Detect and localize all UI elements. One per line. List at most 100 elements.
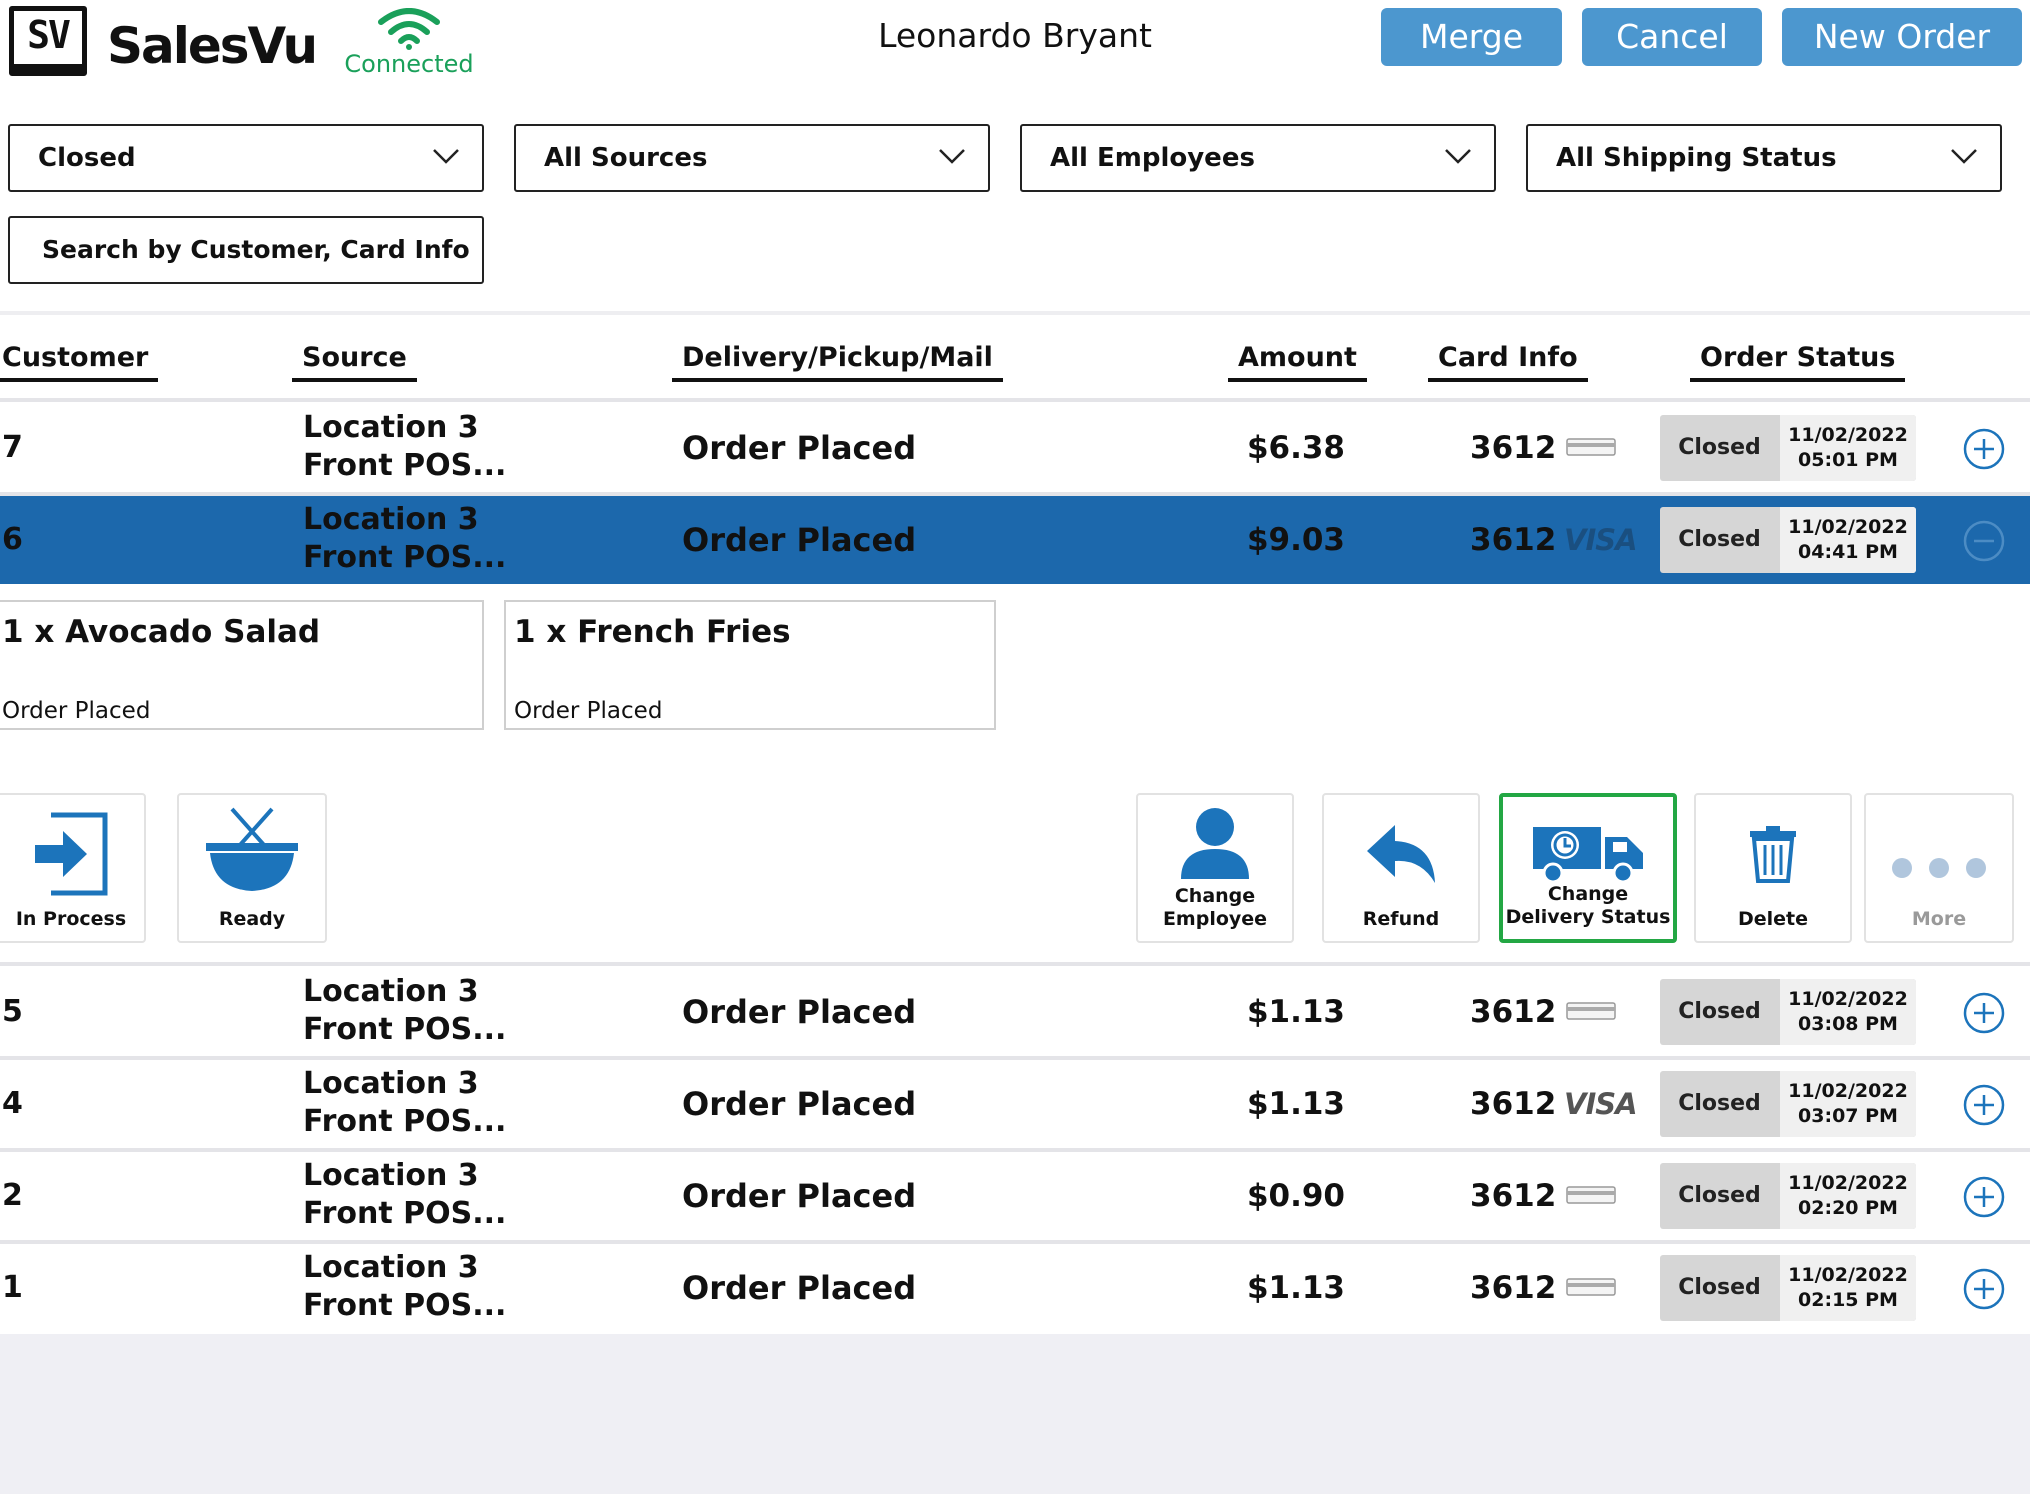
connection-status: Connected [344,50,474,78]
card-icon [1566,1002,1616,1020]
amount-cell: $0.90 [1246,1178,1345,1214]
delivery-cell: Order Placed [682,521,917,559]
order-status-badge: Closed 11/02/2022 03:07 PM [1660,1071,1916,1137]
column-header-order-status[interactable]: Order Status [1690,338,1906,382]
status-filter-dropdown[interactable]: Closed [8,124,484,192]
table-row-selected[interactable]: 6 Location 3 Front POS... Order Placed $9… [0,496,2030,584]
divider [0,962,2030,966]
delivery-cell: Order Placed [682,993,917,1031]
customer-cell: 6 [2,522,23,557]
delivery-cell: Order Placed [682,1269,917,1307]
amount-cell: $1.13 [1246,1086,1345,1122]
change-employee-button[interactable]: Change Employee [1136,793,1294,943]
refund-button[interactable]: Refund [1322,793,1480,943]
order-item-card[interactable]: 1 x French Fries Order Placed [504,600,996,730]
in-process-icon [35,812,108,896]
empty-footer-area [0,1334,2030,1494]
card-cell: 3612 [1470,430,1557,466]
divider [0,398,2030,402]
card-cell: 3612 [1470,994,1557,1030]
divider [0,311,2030,315]
customer-cell: 5 [2,994,23,1029]
column-header-customer[interactable]: Customer [0,338,159,382]
wifi-icon [378,8,440,50]
collapse-minus-icon[interactable] [1963,520,2005,562]
column-header-amount[interactable]: Amount [1228,338,1367,382]
order-item-card[interactable]: 1 x Avocado Salad Order Placed [0,600,484,730]
table-row[interactable]: 1 Location 3 Front POS... Order Placed $1… [0,1244,2030,1332]
visa-icon: VISA [1564,523,1638,557]
customer-cell: 7 [2,430,23,465]
source-filter-value: All Sources [544,143,708,173]
shipping-filter-value: All Shipping Status [1556,143,1837,173]
merge-button[interactable]: Merge [1381,8,1562,66]
delete-button[interactable]: Delete [1694,793,1852,943]
person-icon [1181,808,1249,879]
change-delivery-status-button[interactable]: Change Delivery Status [1499,793,1677,943]
delivery-cell: Order Placed [682,1085,917,1123]
more-dots-icon [1892,858,1986,878]
chevron-down-icon [433,149,459,164]
source-filter-dropdown[interactable]: All Sources [514,124,990,192]
expand-plus-icon[interactable] [1963,428,2005,470]
column-header-source[interactable]: Source [292,338,417,382]
card-cell: 3612 [1470,1086,1557,1122]
chevron-down-icon [939,149,965,164]
in-process-button[interactable]: In Process [0,793,146,943]
column-header-card-info[interactable]: Card Info [1428,338,1588,382]
source-cell: Location 3 Front POS... [303,1250,507,1323]
ready-button[interactable]: Ready [177,793,327,943]
search-input[interactable]: Search by Customer, Card Info [8,216,484,284]
source-cell: Location 3 Front POS... [303,410,507,483]
card-cell: 3612 [1470,1270,1557,1306]
chevron-down-icon [1445,149,1471,164]
delivery-cell: Order Placed [682,1177,917,1215]
shipping-filter-dropdown[interactable]: All Shipping Status [1526,124,2002,192]
new-order-button[interactable]: New Order [1782,8,2022,66]
card-cell: 3612 [1470,1178,1557,1214]
amount-cell: $1.13 [1246,994,1345,1030]
delivery-truck-icon [1533,827,1643,884]
brand-name: SalesVu [107,17,318,75]
delivery-cell: Order Placed [682,429,917,467]
source-cell: Location 3 Front POS... [303,1066,507,1139]
source-cell: Location 3 Front POS... [303,974,507,1047]
source-cell: Location 3 Front POS... [303,502,507,575]
item-name: 1 x Avocado Salad [2,614,321,650]
amount-cell: $9.03 [1246,522,1345,558]
salesvu-logo: SV [9,6,87,76]
card-cell: 3612 [1470,522,1557,558]
table-row[interactable]: 7 Location 3 Front POS... Order Placed $6… [0,404,2030,492]
order-status-badge: Closed 11/02/2022 03:08 PM [1660,979,1916,1045]
customer-cell: 2 [2,1178,23,1213]
source-cell: Location 3 Front POS... [303,1158,507,1231]
expand-plus-icon[interactable] [1963,1268,2005,1310]
expand-plus-icon[interactable] [1963,992,2005,1034]
employee-filter-value: All Employees [1050,143,1255,173]
order-status-badge: Closed 11/02/2022 04:41 PM [1660,507,1916,573]
card-icon [1566,1186,1616,1204]
order-status-badge: Closed 11/02/2022 02:20 PM [1660,1163,1916,1229]
status-filter-value: Closed [38,143,136,173]
refund-arrow-icon [1367,825,1435,883]
cancel-button[interactable]: Cancel [1582,8,1762,66]
amount-cell: $6.38 [1246,430,1345,466]
table-row[interactable]: 2 Location 3 Front POS... Order Placed $0… [0,1152,2030,1240]
trash-icon [1750,826,1796,883]
employee-name: Leonardo Bryant [878,16,1152,55]
card-icon [1566,1278,1616,1296]
table-row[interactable]: 4 Location 3 Front POS... Order Placed $1… [0,1060,2030,1148]
card-icon [1566,438,1616,456]
customer-cell: 4 [2,1086,23,1121]
chevron-down-icon [1951,149,1977,164]
employee-filter-dropdown[interactable]: All Employees [1020,124,1496,192]
expand-plus-icon[interactable] [1963,1176,2005,1218]
table-row[interactable]: 5 Location 3 Front POS... Order Placed $1… [0,968,2030,1056]
item-name: 1 x French Fries [514,614,791,650]
column-header-delivery[interactable]: Delivery/Pickup/Mail [672,338,1003,382]
expand-plus-icon[interactable] [1963,1084,2005,1126]
bowl-icon [206,807,298,891]
customer-cell: 1 [2,1270,23,1305]
more-button[interactable]: More [1864,793,2014,943]
order-status-badge: Closed 11/02/2022 02:15 PM [1660,1255,1916,1321]
